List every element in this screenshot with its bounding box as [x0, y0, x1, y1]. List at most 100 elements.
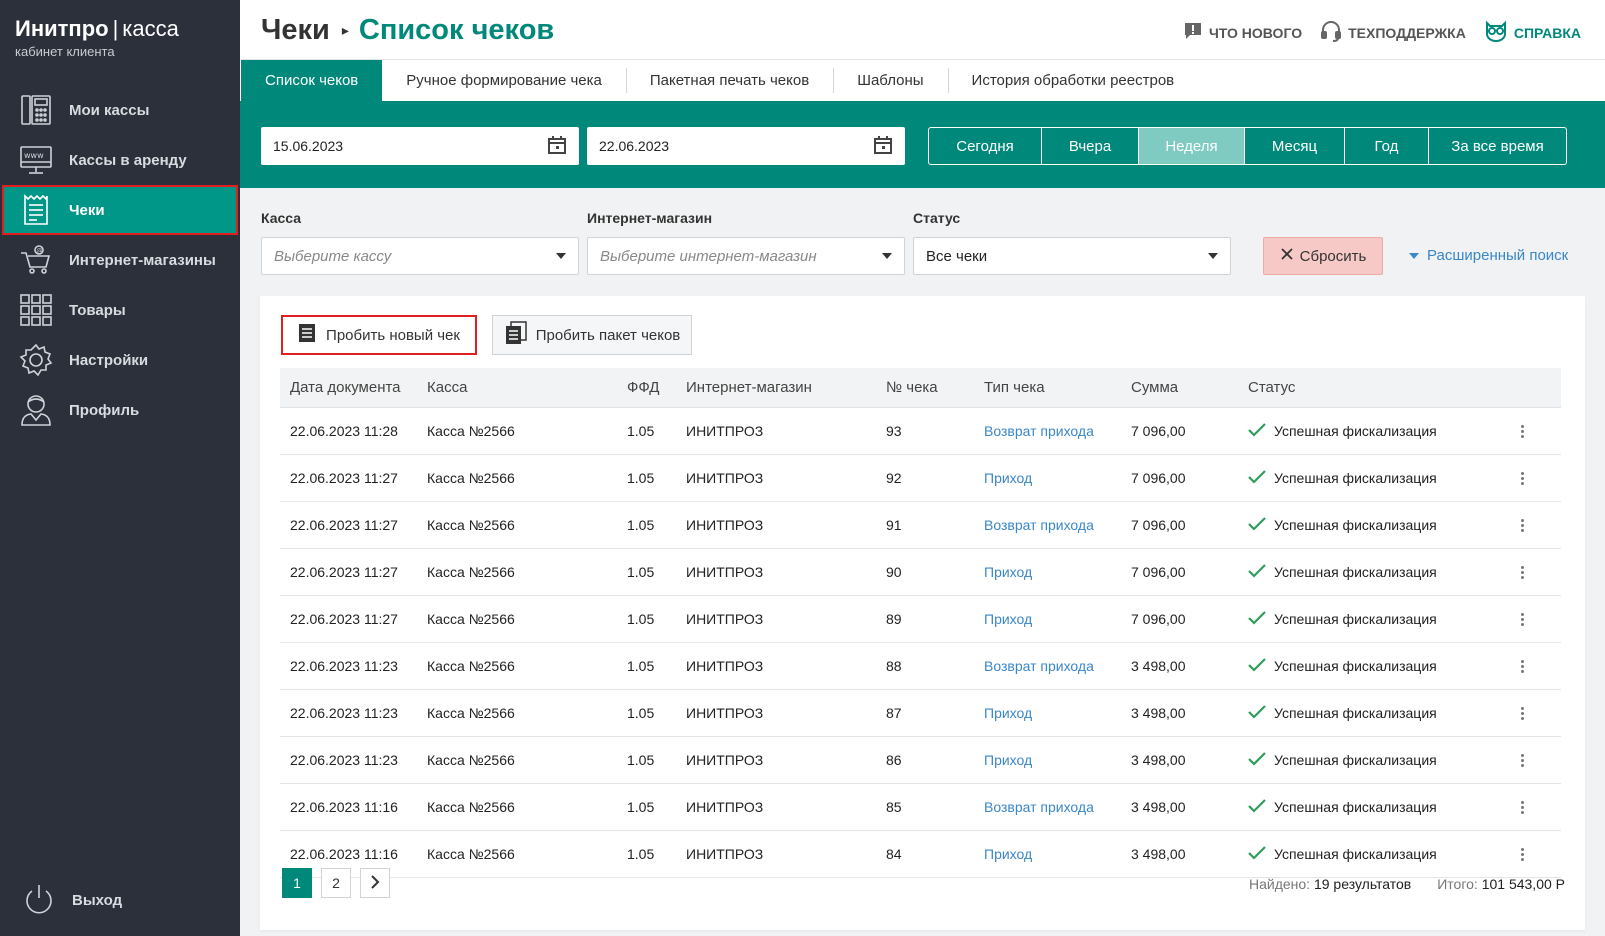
- tab-manual-check[interactable]: Ручное формирование чека: [382, 60, 626, 101]
- col-sum[interactable]: Сумма: [1121, 379, 1238, 396]
- cell-status: Успешная фискализация: [1238, 516, 1484, 534]
- cell-number: 90: [886, 564, 902, 580]
- sidebar-item-my-registers[interactable]: Мои кассы: [3, 86, 237, 134]
- check-type-link[interactable]: Приход: [984, 752, 1032, 768]
- calendar-icon[interactable]: [547, 135, 567, 158]
- tab-check-list[interactable]: Список чеков: [241, 60, 383, 101]
- status-text: Успешная фискализация: [1274, 564, 1437, 580]
- table-row[interactable]: 22.06.2023 11:27 Касса №2566 1.05 ИНИТПРОЗ 9…: [280, 549, 1561, 596]
- sidebar-item-shops[interactable]: @ Интернет-магазины: [3, 236, 237, 284]
- check-type-link[interactable]: Возврат прихода: [984, 423, 1094, 439]
- checkmark-icon: [1248, 751, 1266, 769]
- kassa-select[interactable]: Выберите кассу: [261, 237, 579, 275]
- col-type[interactable]: Тип чека: [974, 379, 1121, 396]
- next-page-button[interactable]: [360, 868, 390, 898]
- status-select[interactable]: Все чеки: [913, 237, 1231, 275]
- table-row[interactable]: 22.06.2023 11:23 Касса №2566 1.05 ИНИТПРОЗ 8…: [280, 690, 1561, 737]
- reset-button[interactable]: Сбросить: [1263, 237, 1383, 275]
- cell-shop: ИНИТПРОЗ: [686, 752, 764, 768]
- cell-status: Успешная фискализация: [1238, 657, 1484, 675]
- batch-check-button[interactable]: Пробить пакет чеков: [492, 315, 692, 355]
- cell-number: 93: [886, 423, 902, 439]
- sidebar-item-profile[interactable]: Профиль: [3, 386, 237, 434]
- cell-sum: 7 096,00: [1131, 423, 1186, 439]
- support-link[interactable]: ТЕХПОДДЕРЖКА: [1320, 20, 1466, 45]
- period-week[interactable]: Неделя: [1138, 128, 1244, 164]
- page-2-button[interactable]: 2: [321, 868, 351, 898]
- table-row[interactable]: 22.06.2023 11:27 Касса №2566 1.05 ИНИТПРОЗ 9…: [280, 502, 1561, 549]
- period-yesterday[interactable]: Вчера: [1041, 128, 1138, 164]
- more-vertical-icon[interactable]: [1514, 471, 1530, 485]
- sidebar-item-label: Профиль: [69, 401, 140, 419]
- table-row[interactable]: 22.06.2023 11:27 Касса №2566 1.05 ИНИТПРОЗ 8…: [280, 596, 1561, 643]
- check-type-link[interactable]: Возврат прихода: [984, 799, 1094, 815]
- more-vertical-icon[interactable]: [1514, 800, 1530, 814]
- cell-kassa: Касса №2566: [427, 658, 515, 674]
- total-value: 101 543,00 Р: [1481, 876, 1565, 892]
- page-1-button[interactable]: 1: [282, 868, 312, 898]
- checkmark-icon: [1248, 845, 1266, 863]
- date-from-field[interactable]: 15.06.2023: [261, 127, 579, 165]
- col-shop[interactable]: Интернет-магазин: [676, 379, 876, 396]
- check-type-link[interactable]: Возврат прихода: [984, 517, 1094, 533]
- calendar-icon[interactable]: [873, 135, 893, 158]
- table-row[interactable]: 22.06.2023 11:23 Касса №2566 1.05 ИНИТПРОЗ 8…: [280, 737, 1561, 784]
- total-label: Итого:: [1437, 876, 1478, 892]
- table-row[interactable]: 22.06.2023 11:27 Касса №2566 1.05 ИНИТПРОЗ 9…: [280, 455, 1561, 502]
- more-vertical-icon[interactable]: [1514, 612, 1530, 626]
- check-type-link[interactable]: Приход: [984, 846, 1032, 862]
- tab-batch-print[interactable]: Пакетная печать чеков: [625, 60, 833, 101]
- period-all-time[interactable]: За все время: [1428, 128, 1566, 164]
- col-number[interactable]: № чека: [876, 379, 974, 396]
- help-link[interactable]: СПРАВКА: [1484, 20, 1581, 45]
- shop-select[interactable]: Выберите интернет-магазин: [587, 237, 905, 275]
- table-row[interactable]: 22.06.2023 11:23 Касса №2566 1.05 ИНИТПРОЗ 8…: [280, 643, 1561, 690]
- status-value: Все чеки: [926, 247, 988, 265]
- advanced-search-link[interactable]: Расширенный поиск: [1409, 247, 1568, 264]
- more-vertical-icon[interactable]: [1514, 753, 1530, 767]
- date-to-field[interactable]: 22.06.2023: [587, 127, 905, 165]
- breadcrumb-parent[interactable]: Чеки: [261, 14, 330, 47]
- check-type-link[interactable]: Приход: [984, 705, 1032, 721]
- check-type-link[interactable]: Возврат прихода: [984, 658, 1094, 674]
- sidebar-item-label: Чеки: [69, 201, 105, 219]
- kassa-label: Касса: [261, 210, 302, 226]
- row-actions-cell: [1484, 518, 1561, 532]
- sidebar-item-settings[interactable]: Настройки: [3, 336, 237, 384]
- cell-status: Успешная фискализация: [1238, 751, 1484, 769]
- new-check-button[interactable]: Пробить новый чек: [281, 315, 477, 355]
- period-year[interactable]: Год: [1344, 128, 1428, 164]
- table-row[interactable]: 22.06.2023 11:16 Касса №2566 1.05 ИНИТПРОЗ 8…: [280, 784, 1561, 831]
- cell-sum: 7 096,00: [1131, 611, 1186, 627]
- table-row[interactable]: 22.06.2023 11:16 Касса №2566 1.05 ИНИТПРОЗ 8…: [280, 831, 1561, 878]
- cell-type: Возврат прихода: [974, 799, 1121, 815]
- col-status[interactable]: Статус: [1238, 379, 1484, 396]
- tab-templates[interactable]: Шаблоны: [833, 60, 947, 101]
- sidebar-item-goods[interactable]: Товары: [3, 286, 237, 334]
- more-vertical-icon[interactable]: [1514, 518, 1530, 532]
- whats-new-link[interactable]: ЧТО НОВОГО: [1183, 21, 1302, 44]
- period-month[interactable]: Месяц: [1244, 128, 1344, 164]
- check-type-link[interactable]: Приход: [984, 564, 1032, 580]
- headset-icon: [1320, 20, 1342, 45]
- more-vertical-icon[interactable]: [1514, 659, 1530, 673]
- brand-title[interactable]: Инитпро | касса: [15, 16, 225, 42]
- col-date[interactable]: Дата документа: [280, 379, 417, 396]
- table-row[interactable]: 22.06.2023 11:28 Касса №2566 1.05 ИНИТПРОЗ 9…: [280, 408, 1561, 455]
- more-vertical-icon[interactable]: [1514, 565, 1530, 579]
- logout-button[interactable]: Выход: [6, 876, 240, 924]
- tab-registry-history[interactable]: История обработки реестров: [947, 60, 1199, 101]
- check-type-link[interactable]: Приход: [984, 611, 1032, 627]
- sidebar-item-rent[interactable]: www Кассы в аренду: [3, 136, 237, 184]
- more-vertical-icon[interactable]: [1514, 847, 1530, 861]
- check-type-link[interactable]: Приход: [984, 470, 1032, 486]
- cell-type: Приход: [974, 705, 1121, 721]
- more-vertical-icon[interactable]: [1514, 706, 1530, 720]
- more-vertical-icon[interactable]: [1514, 424, 1530, 438]
- checkmark-icon: [1248, 516, 1266, 534]
- sidebar-item-checks[interactable]: Чеки: [2, 185, 238, 235]
- col-ffd[interactable]: ФФД: [617, 379, 676, 396]
- status-text: Успешная фискализация: [1274, 705, 1437, 721]
- period-today[interactable]: Сегодня: [929, 128, 1041, 164]
- col-kassa[interactable]: Касса: [417, 379, 617, 396]
